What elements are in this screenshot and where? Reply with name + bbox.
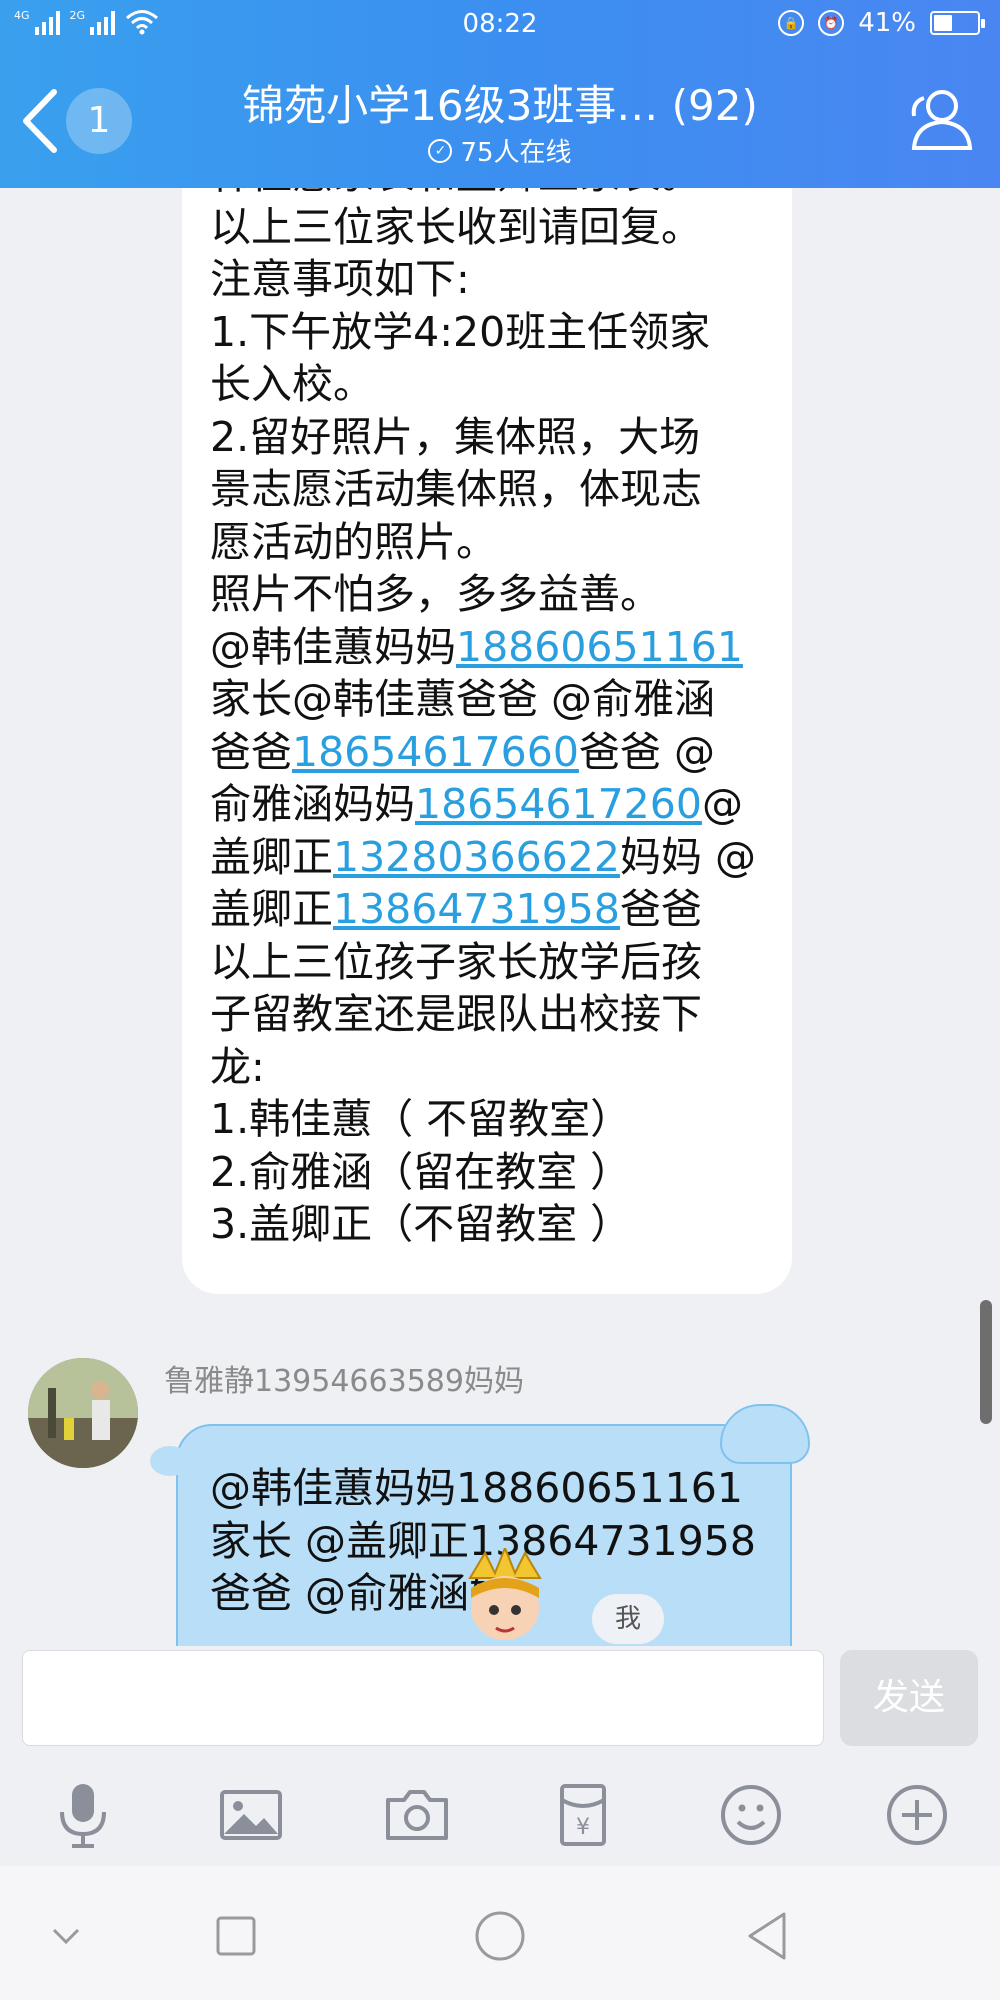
message-line: @韩佳蕙妈妈18860651161	[210, 621, 790, 674]
message-input[interactable]	[22, 1650, 824, 1746]
chat-area[interactable]: 韩佳蕙家长和盖卿正家长。 以上三位家长收到请回复。 注意事项如下: 1.下午放学…	[0, 188, 1000, 1646]
me-badge: 我	[592, 1594, 664, 1644]
mention-text: 俞雅涵妈妈	[210, 780, 415, 828]
home-icon[interactable]	[470, 1906, 530, 1966]
message-line: 1.韩佳蕙（ 不留教室）	[210, 1095, 632, 1143]
avatar[interactable]	[28, 1358, 138, 1468]
unread-count-badge[interactable]: 1	[66, 88, 132, 154]
message-text: 韩佳蕙家长和盖卿正家长。 以上三位家长收到请回复。 注意事项如下: 1.下午放学…	[210, 188, 790, 1251]
mascot-sticker	[468, 1548, 542, 1640]
top-bar: 4G 2G 08:22 🔒 ⏰ 41% 1 锦苑小学16级3班事… (92) ✓…	[0, 0, 1000, 188]
image-icon[interactable]	[216, 1780, 286, 1850]
battery-percent: 41%	[858, 8, 916, 38]
message-line: 以上三位家长收到请回复。	[210, 202, 702, 251]
mention-text: 盖卿正	[210, 832, 333, 881]
check-circle-icon: ✓	[428, 138, 453, 163]
message-line: 盖卿正13280366622妈妈 @	[210, 831, 790, 884]
message-line: 1.下午放学4:20班主任领家	[210, 307, 711, 356]
online-count: 75人在线	[460, 138, 572, 168]
chevron-down-icon[interactable]	[36, 1906, 96, 1966]
message-line: 3.盖卿正（不留教室 ）	[210, 1200, 632, 1248]
message-line: 盖卿正13864731958爸爸	[210, 883, 790, 936]
mention-text: 爸爸 @	[578, 727, 715, 776]
mention-text: @韩佳蕙妈妈	[210, 622, 456, 671]
back-nav-icon[interactable]	[738, 1906, 798, 1966]
phone-link[interactable]: 13864731958	[333, 885, 620, 933]
mention-text: 爸爸	[210, 727, 292, 776]
tool-bar	[0, 1766, 1000, 1866]
mention-text: 妈妈 @	[619, 832, 756, 881]
message-line: 注意事项如下:	[210, 255, 470, 303]
message-line: @韩佳蕙妈妈18860651161	[210, 1464, 743, 1512]
message-line: 爸爸18654617660爸爸 @	[210, 726, 790, 779]
battery-icon	[930, 11, 985, 35]
send-button[interactable]: 发送	[840, 1650, 978, 1746]
rotation-lock-icon: 🔒	[778, 10, 805, 36]
phone-link[interactable]: 13280366622	[333, 833, 620, 881]
emoji-icon[interactable]	[716, 1780, 786, 1850]
svg-text:¥: ¥	[576, 1815, 590, 1840]
chat-title[interactable]: 锦苑小学16级3班事… (92)	[150, 72, 850, 133]
message-line: 俞雅涵妈妈18654617260@	[210, 778, 790, 831]
phone-link[interactable]: 18860651161	[456, 623, 743, 671]
message-line: 以上三位孩子家长放学后孩	[210, 937, 702, 986]
scrollbar[interactable]	[980, 1300, 992, 1424]
message-line: 长入校。	[210, 360, 374, 408]
status-bar: 4G 2G 08:22 🔒 ⏰ 41%	[0, 0, 1000, 50]
bubble-decoration	[720, 1404, 810, 1464]
message-line: 愿活动的照片。	[210, 517, 497, 566]
message-line: 韩佳蕙家长和盖卿正家长。	[210, 188, 790, 201]
alarm-icon: ⏰	[818, 10, 845, 36]
recent-apps-icon[interactable]	[206, 1906, 266, 1966]
bubble-tail	[150, 1446, 190, 1476]
microphone-icon[interactable]	[48, 1780, 118, 1850]
mention-text: @	[701, 780, 743, 828]
message-line: 2.留好照片，集体照，大场	[210, 412, 701, 461]
message-line: 子留教室还是跟队出校接下	[210, 990, 702, 1038]
online-status[interactable]: ✓ 75人在线	[150, 132, 850, 169]
mention-text: 盖卿正	[210, 885, 333, 933]
message-line: 龙:	[210, 1042, 265, 1091]
back-arrow-icon[interactable]	[18, 86, 62, 156]
phone-link[interactable]: 18654617660	[292, 728, 579, 776]
sender-name: 鲁雅静13954663589妈妈	[164, 1364, 524, 1399]
avatar-photo	[28, 1358, 138, 1468]
red-packet-icon[interactable]: ¥	[548, 1780, 618, 1850]
message-line: 景志愿活动集体照，体现志	[210, 465, 702, 513]
camera-icon[interactable]	[382, 1780, 452, 1850]
plus-icon[interactable]	[882, 1780, 952, 1850]
message-line: 2.俞雅涵（留在教室 ）	[210, 1147, 632, 1196]
status-right: 🔒 ⏰ 41%	[778, 8, 985, 38]
phone-link[interactable]: 18654617260	[415, 780, 702, 828]
message-line: 家长@韩佳蕙爸爸 @俞雅涵	[210, 675, 716, 723]
message-line: 照片不怕多，多多益善。	[210, 570, 661, 618]
group-members-icon[interactable]	[904, 86, 976, 152]
mention-text: 爸爸	[619, 885, 702, 933]
